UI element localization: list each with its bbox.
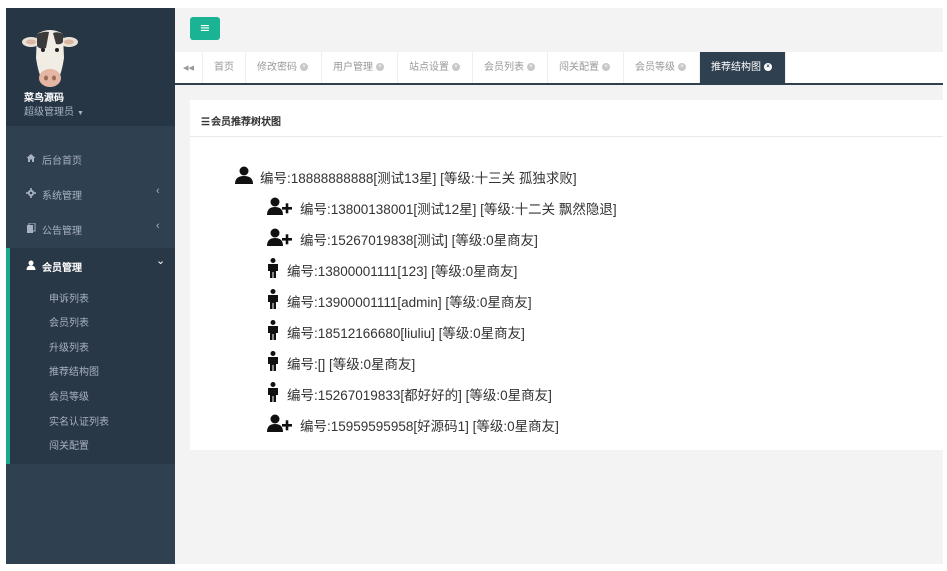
- nav-label-member: 会员管理: [42, 263, 82, 274]
- tab-label: 首页: [214, 62, 234, 73]
- tree-panel: ☰会员推荐树状图 编号:18888888888[测试13星] [等级:十三关 孤…: [190, 100, 943, 450]
- nav-label-home: 后台首页: [42, 156, 82, 167]
- nav-label-system: 系统管理: [42, 191, 82, 202]
- person-icon: [268, 382, 278, 402]
- chevron-down-icon: ⌄: [156, 255, 166, 267]
- tab-level-config[interactable]: 闯关配置 ×: [548, 52, 624, 83]
- tree-node-text: 编号:13800138001[测试12星] [等级:十二关 飘然隐退]: [300, 202, 617, 217]
- tab-bar: ◂◂ 首页 修改密码 × 用户管理 × 站点设置 × 会员列表 × 闯关配置 × 会员等级…: [175, 52, 943, 85]
- scroll-left-button[interactable]: ◂◂: [175, 52, 203, 83]
- submenu-item-referral-tree[interactable]: 推荐结构图: [49, 363, 99, 378]
- nav-label-notice: 公告管理: [42, 226, 82, 237]
- user-role-label: 超级管理员: [24, 107, 74, 118]
- tree-node-text: 编号:[] [等级:0星商友]: [287, 357, 416, 372]
- app-frame: 菜鸟源码 超级管理员 ▼ 后台首页 系统管理 ‹ 公告管理 ‹ 会员管理 ⌄ 申…: [6, 8, 943, 564]
- submenu-item-member-level[interactable]: 会员等级: [49, 388, 89, 403]
- user-icon: [25, 260, 37, 272]
- list-icon: ☰: [201, 117, 210, 128]
- tab-label: 站点设置: [409, 62, 449, 73]
- user-role-dropdown[interactable]: 超级管理员 ▼: [24, 103, 84, 118]
- tree-node-text: 编号:18512166680[liuliu] [等级:0星商友]: [287, 326, 525, 341]
- person-icon: [268, 351, 278, 371]
- caret-down-icon: ▼: [77, 110, 84, 117]
- tab-site-settings[interactable]: 站点设置 ×: [398, 52, 473, 83]
- chevron-left-icon: ‹: [156, 220, 160, 232]
- tree-node-text: 编号:13900001111[admin] [等级:0星商友]: [287, 295, 532, 310]
- submenu-item-realname-list[interactable]: 实名认证列表: [49, 413, 109, 428]
- tab-referral-tree[interactable]: 推荐结构图 ×: [700, 52, 786, 83]
- profile-area: 菜鸟源码 超级管理员 ▼: [6, 8, 175, 126]
- tab-label: 会员等级: [635, 62, 675, 73]
- user-name: 菜鸟源码: [24, 93, 64, 104]
- close-icon[interactable]: ×: [527, 63, 535, 72]
- submenu-item-upgrade-list[interactable]: 升级列表: [49, 339, 89, 354]
- close-icon[interactable]: ×: [602, 63, 610, 72]
- panel-title: ☰会员推荐树状图: [201, 113, 281, 128]
- tab-label: 闯关配置: [559, 62, 599, 73]
- close-icon[interactable]: ×: [678, 63, 686, 72]
- member-submenu: 会员管理 ⌄ 申诉列表 会员列表 升级列表 推荐结构图 会员等级 实名认证列表 …: [6, 248, 175, 464]
- nav-item-system[interactable]: 系统管理 ‹: [6, 176, 175, 211]
- tab-member-level[interactable]: 会员等级 ×: [624, 52, 700, 83]
- tab-home[interactable]: 首页: [203, 52, 246, 83]
- sidebar: 菜鸟源码 超级管理员 ▼ 后台首页 系统管理 ‹ 公告管理 ‹ 会员管理 ⌄ 申…: [6, 8, 175, 564]
- user-icon: [235, 166, 253, 184]
- submenu-item-appeal[interactable]: 申诉列表: [49, 290, 89, 305]
- content-area: ☰会员推荐树状图 编号:18888888888[测试13星] [等级:十三关 孤…: [175, 85, 943, 564]
- tab-change-password[interactable]: 修改密码 ×: [246, 52, 322, 83]
- person-icon: [268, 320, 278, 340]
- tree-node-text: 编号:15267019833[都好好的] [等级:0星商友]: [287, 388, 552, 403]
- home-icon: [25, 153, 37, 165]
- user-plus-icon: [267, 414, 292, 432]
- close-icon[interactable]: ×: [300, 63, 308, 72]
- nav-item-notice[interactable]: 公告管理 ‹: [6, 211, 175, 246]
- chevron-left-icon: ‹: [156, 185, 160, 197]
- hamburger-icon: ≡: [199, 21, 211, 36]
- close-icon[interactable]: ×: [376, 63, 384, 72]
- tree-node-text: 编号:18888888888[测试13星] [等级:十三关 孤独求败]: [260, 171, 577, 186]
- submenu-item-level-config[interactable]: 闯关配置: [49, 437, 89, 452]
- tab-label: 推荐结构图: [711, 62, 761, 73]
- copy-icon: [25, 222, 37, 235]
- double-chevron-left-icon: ◂◂: [182, 61, 195, 74]
- close-icon[interactable]: ×: [764, 63, 772, 72]
- tree-node-text: 编号:15267019838[测试] [等级:0星商友]: [300, 233, 538, 248]
- gear-icon: [25, 188, 37, 200]
- tree-node-text: 编号:13800001111[123] [等级:0星商友]: [287, 264, 518, 279]
- person-icon: [268, 289, 278, 309]
- close-icon[interactable]: ×: [452, 63, 460, 72]
- tab-user-management[interactable]: 用户管理 ×: [322, 52, 398, 83]
- user-plus-icon: [267, 197, 292, 215]
- cow-avatar[interactable]: [22, 28, 78, 90]
- user-plus-icon: [267, 228, 292, 246]
- panel-header: ☰会员推荐树状图: [190, 100, 943, 137]
- top-navbar: ≡: [175, 8, 943, 52]
- nav-item-home[interactable]: 后台首页: [6, 141, 175, 176]
- tab-label: 修改密码: [257, 62, 297, 73]
- tab-member-list[interactable]: 会员列表 ×: [473, 52, 548, 83]
- nav-item-member[interactable]: 会员管理 ⌄: [6, 248, 175, 283]
- submenu-item-member-list[interactable]: 会员列表: [49, 314, 89, 329]
- menu-toggle-button[interactable]: ≡: [190, 17, 220, 40]
- person-icon: [268, 258, 278, 278]
- tab-label: 会员列表: [484, 62, 524, 73]
- tree-node-text: 编号:15959595958[好源码1] [等级:0星商友]: [300, 419, 559, 434]
- panel-title-text: 会员推荐树状图: [210, 117, 281, 128]
- tab-label: 用户管理: [333, 62, 373, 73]
